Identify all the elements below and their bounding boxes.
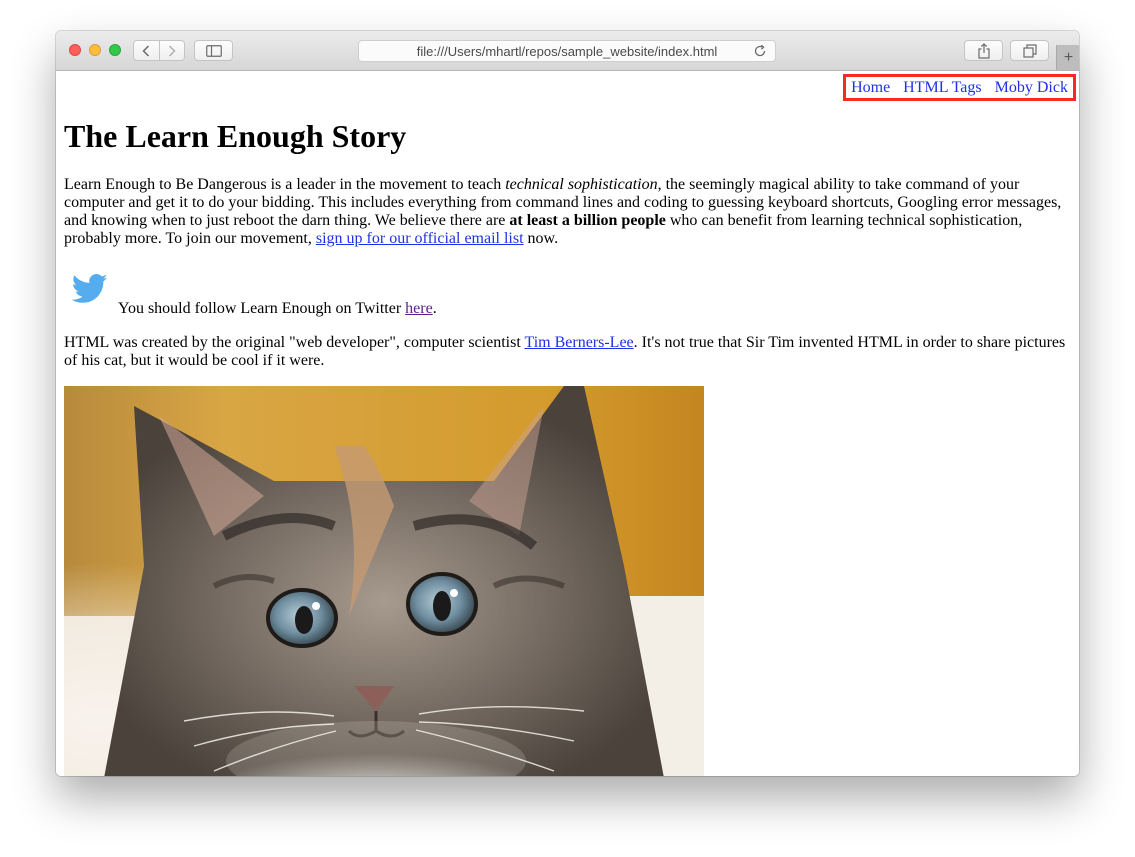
forward-button[interactable] xyxy=(159,40,185,61)
twitter-period: . xyxy=(432,300,437,317)
tabs-overview-button[interactable] xyxy=(1010,40,1049,61)
browser-toolbar: file:///Users/mhartl/repos/sample_websit… xyxy=(56,31,1079,71)
back-button[interactable] xyxy=(133,40,160,61)
html-history-paragraph: HTML was created by the original "web de… xyxy=(64,334,1067,370)
intro-closing: now. xyxy=(523,230,559,247)
intro-paragraph: Learn Enough to Be Dangerous is a leader… xyxy=(64,176,1067,248)
address-bar[interactable]: file:///Users/mhartl/repos/sample_websit… xyxy=(358,40,776,62)
intro-emphasis: technical sophistication xyxy=(505,176,658,193)
twitter-bird-icon[interactable] xyxy=(72,273,108,305)
chevron-right-icon xyxy=(168,44,176,57)
intro-text: Learn Enough to Be Dangerous is a leader… xyxy=(64,176,506,193)
browser-window: file:///Users/mhartl/repos/sample_websit… xyxy=(56,31,1079,776)
top-navigation: Home HTML Tags Moby Dick xyxy=(843,74,1076,101)
kitten-illustration xyxy=(64,386,704,776)
reload-icon[interactable] xyxy=(753,44,767,58)
page-title: The Learn Enough Story xyxy=(64,118,407,154)
plus-icon: + xyxy=(1063,48,1074,66)
sidebar-icon xyxy=(205,44,222,57)
nav-moby-dick-link[interactable]: Moby Dick xyxy=(995,79,1068,97)
page-content: Home HTML Tags Moby Dick The Learn Enoug… xyxy=(56,71,1079,776)
kitten-photo xyxy=(64,386,704,776)
twitter-follow-text: You should follow Learn Enough on Twitte… xyxy=(118,300,437,318)
new-tab-button[interactable]: + xyxy=(1056,45,1079,70)
email-list-link[interactable]: sign up for our official email list xyxy=(316,230,524,247)
zoom-window-button[interactable] xyxy=(109,44,121,56)
share-icon xyxy=(977,42,990,59)
nav-home-link[interactable]: Home xyxy=(851,79,890,97)
intro-strong: at least a billion people xyxy=(509,212,666,229)
sidebar-toggle-button[interactable] xyxy=(194,40,233,61)
nav-html-tags-link[interactable]: HTML Tags xyxy=(903,79,981,97)
tim-berners-lee-link[interactable]: Tim Berners-Lee xyxy=(524,334,633,351)
address-url: file:///Users/mhartl/repos/sample_websit… xyxy=(416,43,718,59)
html-history-text: HTML was created by the original "web de… xyxy=(64,334,525,351)
twitter-here-link[interactable]: here xyxy=(405,300,433,317)
history-navigation xyxy=(133,40,185,61)
twitter-text: You should follow Learn Enough on Twitte… xyxy=(118,300,406,317)
share-button[interactable] xyxy=(964,40,1003,61)
close-window-button[interactable] xyxy=(69,44,81,56)
minimize-window-button[interactable] xyxy=(89,44,101,56)
chevron-left-icon xyxy=(142,44,150,57)
twitter-follow: You should follow Learn Enough on Twitte… xyxy=(64,271,664,321)
tabs-icon xyxy=(1022,43,1037,58)
